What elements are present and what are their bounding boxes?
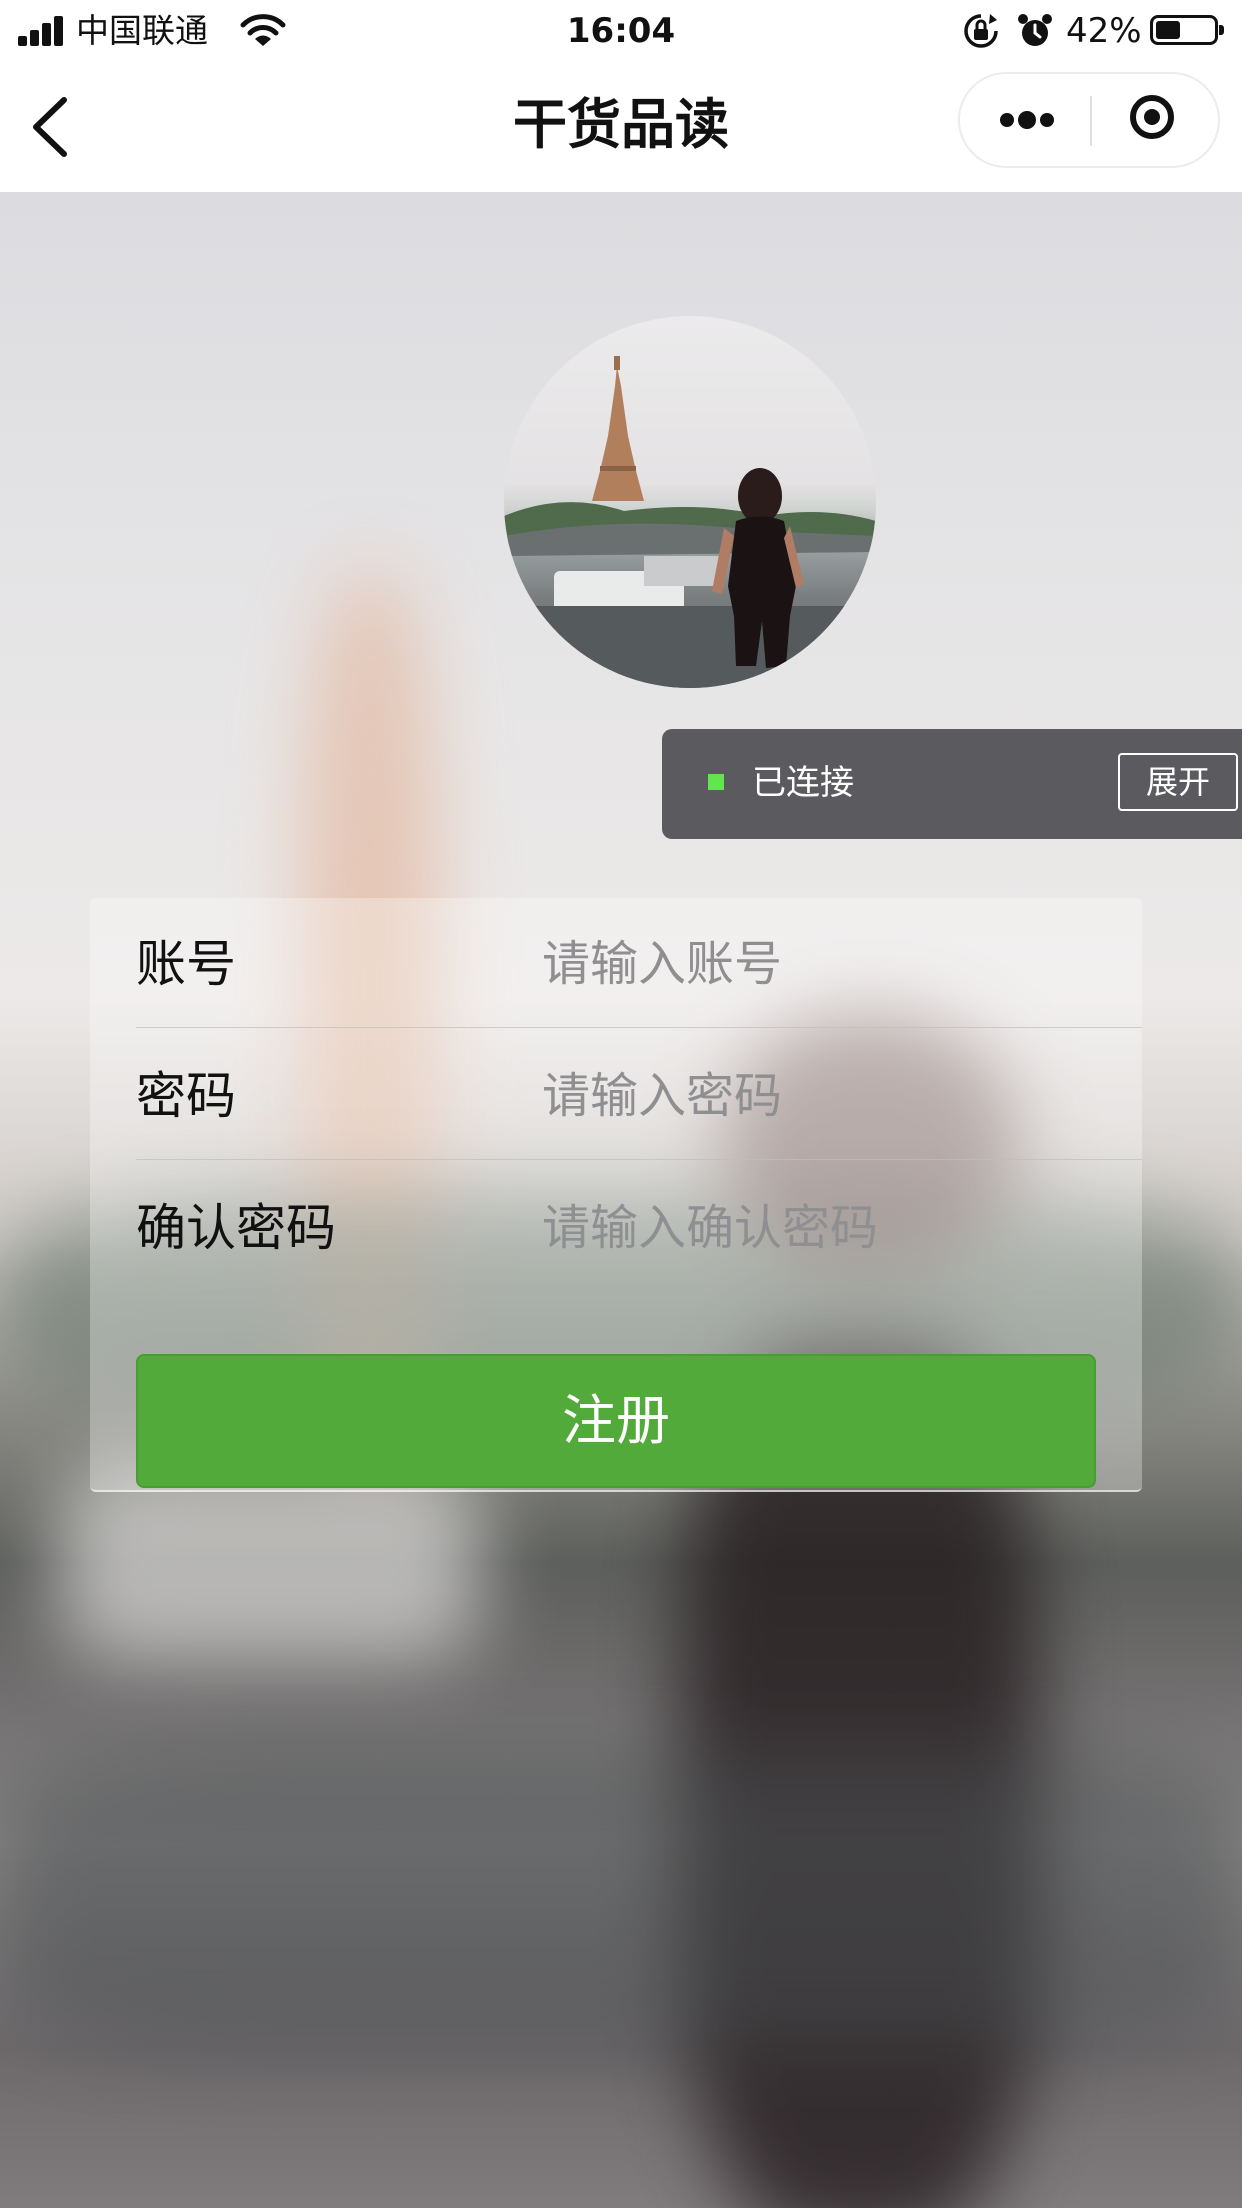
account-label: 账号 — [136, 935, 236, 993]
connection-status-bar: 已连接 展开 — [662, 729, 1242, 839]
capsule-divider — [1090, 96, 1092, 146]
more-dots-icon[interactable] — [960, 74, 1090, 166]
status-bar: 中国联通 16:04 42% — [0, 0, 1242, 62]
alarm-icon — [1018, 14, 1052, 46]
nav-bar: 干货品读 — [0, 62, 1242, 192]
close-target-icon[interactable] — [1094, 74, 1218, 166]
mini-program-capsule — [958, 72, 1220, 168]
battery-percent: 42% — [1066, 11, 1142, 51]
register-button[interactable]: 注册 — [136, 1354, 1096, 1488]
password-label: 密码 — [136, 1067, 236, 1125]
form-row-password: 密码 — [136, 1030, 1142, 1160]
expand-button[interactable]: 展开 — [1118, 753, 1238, 811]
confirm-password-input[interactable] — [542, 1192, 942, 1264]
avatar[interactable] — [504, 316, 876, 688]
connection-status-text: 已连接 — [752, 763, 854, 803]
connected-indicator-icon — [708, 774, 724, 790]
avatar-photo — [504, 356, 876, 688]
battery-icon — [1150, 15, 1224, 45]
register-form: 账号 密码 确认密码 注册 — [90, 898, 1142, 1492]
battery-fill — [1156, 21, 1180, 39]
form-row-account: 账号 — [136, 898, 1142, 1028]
account-input[interactable] — [542, 928, 942, 1000]
password-input[interactable] — [542, 1060, 942, 1132]
confirm-password-label: 确认密码 — [136, 1199, 336, 1257]
form-row-confirm-password: 确认密码 — [136, 1162, 1142, 1292]
status-time: 16:04 — [566, 11, 676, 51]
rotation-lock-icon — [964, 14, 998, 48]
